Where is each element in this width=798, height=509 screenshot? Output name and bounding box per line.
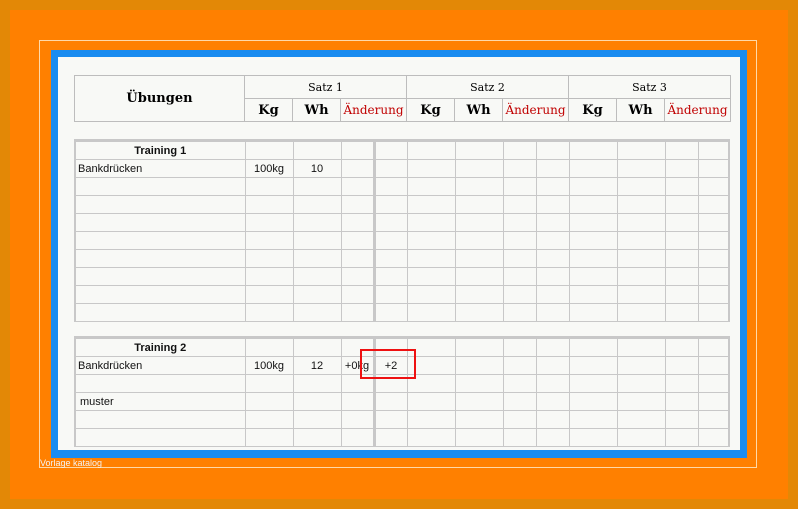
reps-header: Wh	[292, 98, 341, 122]
reps-header: Wh	[454, 98, 503, 122]
header-table: Übungen Satz 1 Satz 2 Satz 3 Kg Wh Änder…	[74, 75, 731, 122]
change-header: Änderung	[664, 98, 731, 122]
change-header: Änderung	[340, 98, 407, 122]
reps-cell[interactable]: 10	[292, 159, 342, 178]
reps-cell[interactable]: 12	[292, 356, 342, 375]
exercise-cell[interactable]: Bankdrücken	[74, 159, 246, 178]
training-1-table: Training 1 Bankdrücken 100kg 10	[74, 139, 730, 322]
caption: Vorlage katalog	[40, 458, 103, 468]
kg-header: Kg	[406, 98, 455, 122]
kg-header: Kg	[568, 98, 617, 122]
change-kg-cell[interactable]	[340, 159, 376, 178]
set-3-header: Satz 3	[568, 75, 731, 99]
kg-cell[interactable]: 100kg	[244, 159, 294, 178]
change-header: Änderung	[502, 98, 569, 122]
exercises-header: Übungen	[74, 75, 245, 122]
exercise-cell[interactable]: Bankdrücken	[74, 356, 246, 375]
set-2-header: Satz 2	[406, 75, 569, 99]
kg-cell[interactable]: 100kg	[244, 356, 294, 375]
set-1-header: Satz 1	[244, 75, 407, 99]
spreadsheet: Übungen Satz 1 Satz 2 Satz 3 Kg Wh Änder…	[58, 57, 740, 450]
reps-header: Wh	[616, 98, 665, 122]
table-row: Bankdrücken 100kg 10	[74, 159, 730, 178]
watermark: muster	[74, 392, 246, 411]
training-1-title: Training 1	[74, 140, 246, 160]
change-highlight-box	[360, 349, 416, 379]
training-2-title: Training 2	[74, 337, 246, 357]
kg-header: Kg	[244, 98, 293, 122]
change-reps-cell[interactable]	[373, 159, 408, 178]
